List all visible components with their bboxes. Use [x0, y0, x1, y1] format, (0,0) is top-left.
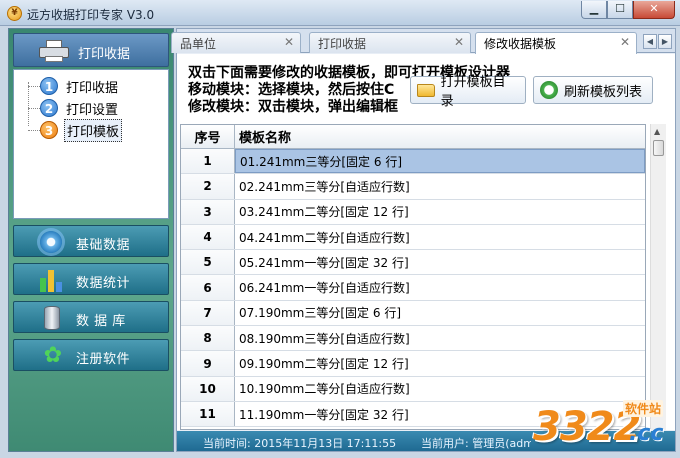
template-name-cell[interactable]: 09.190mm二等分[固定 12 行]	[235, 351, 645, 375]
tree-item-label: 打印模板	[64, 118, 123, 142]
row-number-cell: 6	[181, 275, 235, 300]
close-icon[interactable]: ✕	[620, 35, 630, 49]
nav-button-label: 注册软件	[76, 352, 131, 367]
number-3-icon: 3	[40, 121, 58, 139]
printer-icon	[39, 40, 69, 62]
nav-database-button[interactable]: 数 据 库	[13, 301, 169, 333]
template-name-cell[interactable]: 01.241mm三等分[固定 6 行]	[235, 149, 645, 174]
number-2-icon: 2	[40, 99, 58, 117]
row-number-cell: 9	[181, 351, 235, 376]
refresh-template-list-button[interactable]: 刷新模板列表	[533, 76, 653, 104]
template-name-cell[interactable]: 06.241mm一等分[自适应行数]	[235, 275, 645, 299]
row-number-cell: 3	[181, 199, 235, 224]
refresh-icon	[540, 81, 558, 99]
column-header-name[interactable]: 模板名称	[235, 125, 645, 148]
button-label: 刷新模板列表	[564, 84, 643, 100]
leaf-icon: ✿	[43, 343, 63, 368]
tab-label: 修改收据模板	[484, 37, 557, 51]
template-name-cell[interactable]: 02.241mm三等分[自适应行数]	[235, 174, 645, 198]
nav-statistics-button[interactable]: 数据统计	[13, 263, 169, 295]
tab-label: 打印收据	[318, 37, 367, 51]
number-1-icon: 1	[40, 77, 58, 95]
template-name-cell[interactable]: 03.241mm二等分[固定 12 行]	[235, 200, 645, 224]
left-header-label: 打印收据	[78, 47, 131, 62]
row-number-cell: 10	[181, 376, 235, 401]
nav-basic-data-button[interactable]: 基础数据	[13, 225, 169, 257]
status-time: 当前时间: 2015年11月13日 17:11:55	[203, 437, 397, 450]
template-editor-page: 双击下面需要修改的收据模板，即可打开模板设计器 移动模块：选择模块，然后按住C …	[177, 54, 675, 430]
tab-edit-template[interactable]: 修改收据模板 ✕	[475, 32, 637, 54]
bar-chart-icon	[40, 268, 66, 292]
tree-item-print-settings[interactable]: 2 打印设置	[28, 98, 120, 118]
table-row[interactable]: 7 07.190mm三等分[固定 6 行]	[181, 300, 645, 327]
site-watermark: 3322 .cc 软件站	[527, 398, 677, 456]
function-tree: 1 打印收据 2 打印设置 3 打印模板	[13, 69, 169, 219]
left-panel: 打印收据 1 打印收据 2 打印设置 3 打印模板 基础数据 数据统计 数 据 …	[8, 28, 174, 452]
watermark-suffix: .cc	[629, 421, 664, 446]
tab-product-unit[interactable]: 品单位 ✕	[171, 32, 301, 53]
open-template-folder-button[interactable]: 打开模板目录	[410, 75, 526, 109]
table-row[interactable]: 8 08.190mm三等分[自适应行数]	[181, 326, 645, 352]
scrollbar-thumb[interactable]	[653, 140, 664, 156]
tab-print-receipt[interactable]: 打印收据 ✕	[309, 32, 471, 53]
nav-register-button[interactable]: ✿ 注册软件	[13, 339, 169, 371]
table-row[interactable]: 6 06.241mm一等分[自适应行数]	[181, 275, 645, 301]
vertical-scrollbar[interactable]: ▲	[650, 124, 666, 430]
tab-scroll-left-icon[interactable]: ◀	[643, 34, 657, 49]
template-name-cell[interactable]: 04.241mm二等分[自适应行数]	[235, 225, 645, 249]
tab-label: 品单位	[180, 37, 217, 51]
row-number-cell: 7	[181, 300, 235, 326]
tab-bar: 品单位 ✕ 打印收据 ✕ 修改收据模板 ✕ ◀ ▶	[171, 29, 675, 54]
tree-item-print-receipt[interactable]: 1 打印收据	[28, 76, 120, 96]
database-icon	[44, 306, 60, 330]
status-user: 当前用户: 管理员(admi	[421, 437, 531, 450]
table-header: 序号 模板名称	[181, 125, 645, 149]
scroll-up-icon[interactable]: ▲	[654, 127, 660, 136]
column-header-no[interactable]: 序号	[181, 125, 235, 148]
window-controls: ▁ ☐ ✕	[581, 1, 675, 19]
left-header-print-receipt[interactable]: 打印收据	[13, 33, 169, 67]
row-number-cell: 1	[181, 149, 235, 174]
row-number-cell: 8	[181, 326, 235, 351]
tab-scroll-right-icon[interactable]: ▶	[658, 34, 672, 49]
close-button[interactable]: ✕	[633, 1, 675, 19]
close-icon[interactable]: ✕	[284, 35, 294, 49]
tree-item-label: 打印收据	[66, 80, 119, 96]
table-row[interactable]: 1 01.241mm三等分[固定 6 行]	[181, 149, 645, 175]
row-number-cell: 5	[181, 250, 235, 275]
button-label: 打开模板目录	[440, 75, 506, 109]
nav-button-label: 数 据 库	[76, 314, 126, 329]
row-number-cell: 11	[181, 401, 235, 427]
row-number-cell: 2	[181, 174, 235, 199]
template-table: 序号 模板名称 1 01.241mm三等分[固定 6 行] 2 02.241mm三等分…	[180, 124, 646, 430]
nav-button-label: 数据统计	[76, 276, 131, 291]
table-row[interactable]: 2 02.241mm三等分[自适应行数]	[181, 174, 645, 200]
template-name-cell[interactable]: 07.190mm三等分[固定 6 行]	[235, 301, 645, 325]
table-row[interactable]: 9 09.190mm二等分[固定 12 行]	[181, 351, 645, 377]
table-body: 1 01.241mm三等分[固定 6 行] 2 02.241mm三等分[自适应行数] 3…	[181, 149, 645, 428]
watermark-tag: 软件站	[623, 400, 664, 417]
folder-icon	[417, 83, 435, 97]
minimize-button[interactable]: ▁	[581, 1, 607, 19]
tree-item-label: 打印设置	[66, 102, 119, 118]
row-number-cell: 4	[181, 224, 235, 250]
title-bar: ¥ 远方收据打印专家 V3.0 ▁ ☐ ✕	[0, 0, 680, 26]
template-name-cell[interactable]: 08.190mm三等分[自适应行数]	[235, 326, 645, 350]
app-logo-icon: ¥	[7, 6, 22, 21]
close-icon[interactable]: ✕	[454, 35, 464, 49]
table-row[interactable]: 5 05.241mm一等分[固定 32 行]	[181, 250, 645, 276]
main-area: 品单位 ✕ 打印收据 ✕ 修改收据模板 ✕ ◀ ▶ 双击下面需要修改的收据模板，…	[171, 28, 676, 452]
window-title: 远方收据打印专家 V3.0	[27, 8, 155, 22]
tree-item-print-template[interactable]: 3 打印模板	[28, 118, 123, 142]
nav-button-label: 基础数据	[76, 238, 131, 253]
maximize-button[interactable]: ☐	[607, 1, 633, 19]
table-row[interactable]: 4 04.241mm二等分[自适应行数]	[181, 224, 645, 251]
table-row[interactable]: 3 03.241mm二等分[固定 12 行]	[181, 199, 645, 225]
gear-icon	[40, 231, 62, 253]
template-name-cell[interactable]: 05.241mm一等分[固定 32 行]	[235, 250, 645, 274]
